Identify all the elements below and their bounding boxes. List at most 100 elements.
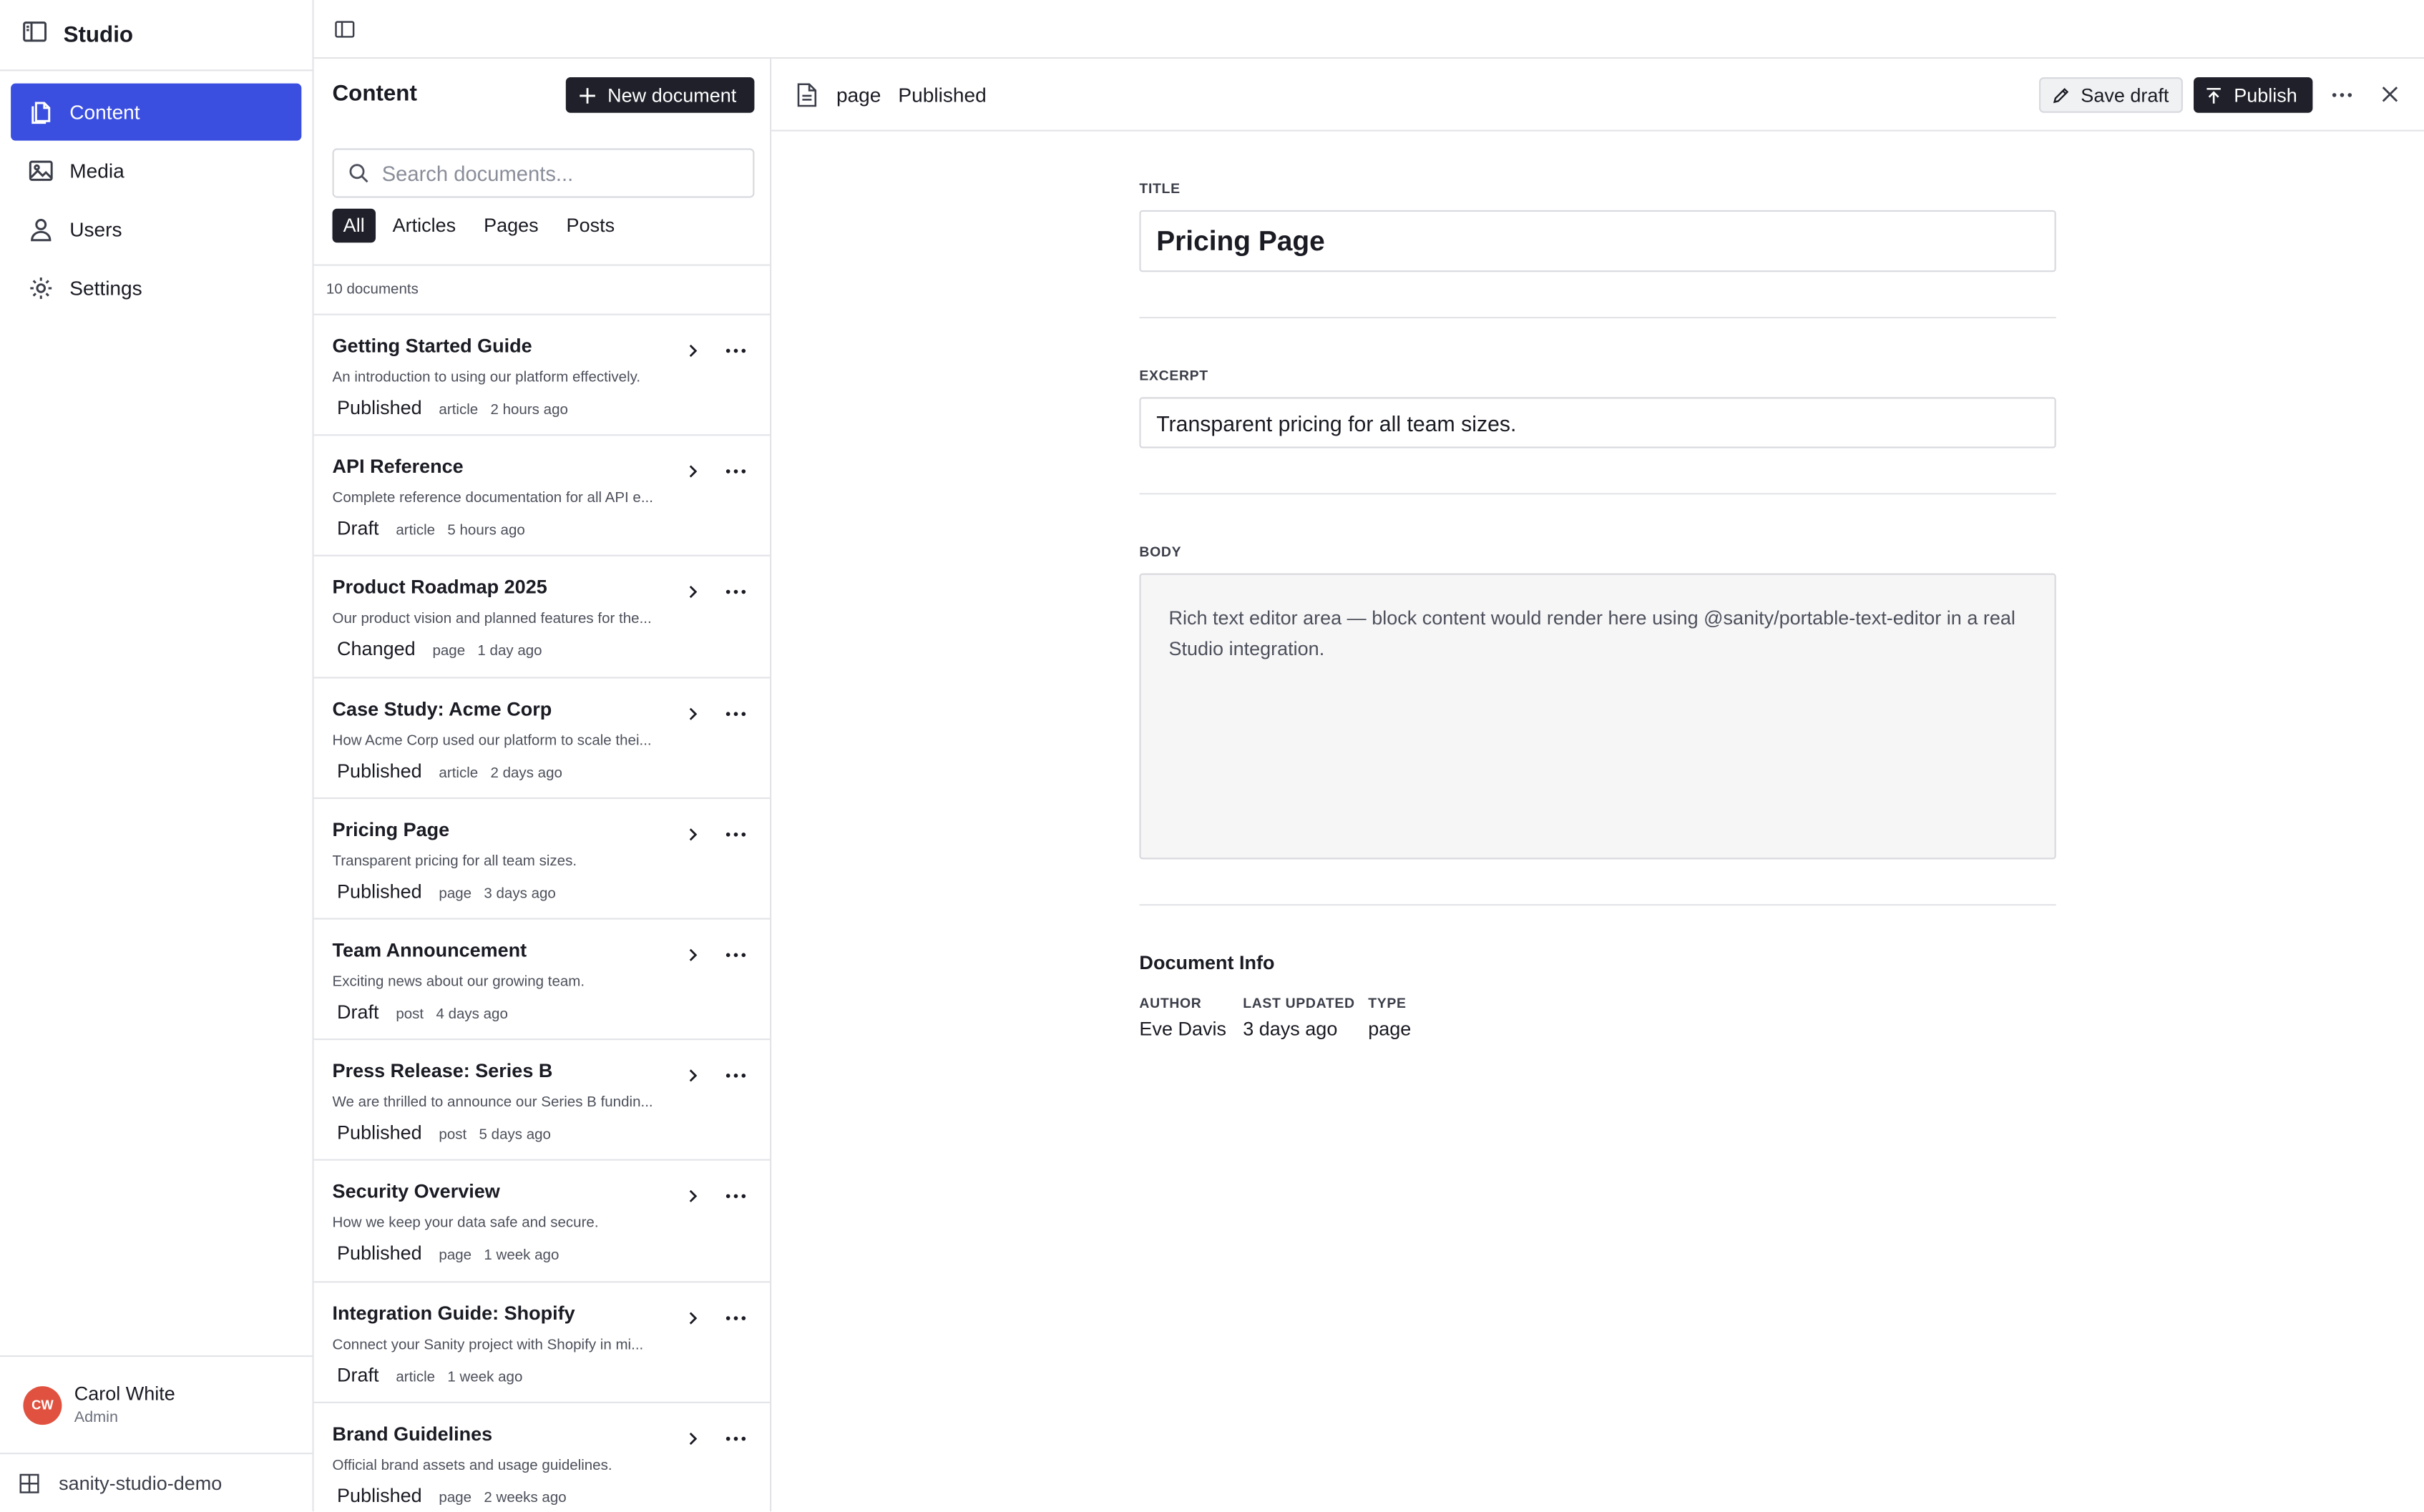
document-type-label: page <box>432 643 466 661</box>
document-title: Pricing Page <box>332 818 450 840</box>
new-document-button[interactable]: New document <box>565 77 755 113</box>
publish-label: Publish <box>2234 84 2297 107</box>
new-document-label: New document <box>607 84 737 107</box>
document-timestamp: 2 days ago <box>490 764 562 782</box>
chevron-right-icon[interactable] <box>685 585 700 601</box>
sidebar-toggle-icon[interactable] <box>21 18 48 52</box>
body-editor[interactable]: Rich text editor area — block content wo… <box>1139 573 2056 860</box>
app-title: Studio <box>63 22 134 47</box>
document-timestamp: 1 week ago <box>447 1368 523 1386</box>
chevron-right-icon[interactable] <box>685 705 700 721</box>
document-description: An introduction to using our platform ef… <box>332 369 641 387</box>
sidebar-item-settings[interactable]: Settings <box>11 260 301 317</box>
sidebar-item-label: Settings <box>69 276 142 300</box>
list-item[interactable]: Getting Started Guide An introduction to … <box>313 315 771 436</box>
sidebar-item-content[interactable]: Content <box>11 83 302 141</box>
sidebar-item-users[interactable]: Users <box>11 201 301 258</box>
document-timestamp: 2 hours ago <box>490 401 568 419</box>
more-options-icon[interactable] <box>2331 91 2352 99</box>
more-options-icon[interactable] <box>725 951 746 960</box>
list-item[interactable]: Brand Guidelines Official brand assets an… <box>314 1403 770 1511</box>
status-badge: Published <box>337 1242 422 1265</box>
project-switcher[interactable]: sanity-studio-demo <box>0 1453 314 1511</box>
sidebar-item-media[interactable]: Media <box>11 142 301 200</box>
list-item[interactable]: Press Release: Series B We are thrilled t… <box>313 1040 771 1162</box>
author-value: Eve Davis <box>1139 1018 1227 1041</box>
publish-button[interactable]: Publish <box>2194 77 2313 113</box>
document-status: Published <box>898 83 987 107</box>
list-item[interactable]: Integration Guide: Shopify Connect your S… <box>313 1282 771 1403</box>
more-options-icon[interactable] <box>725 1071 746 1081</box>
status-badge: Draft <box>337 1001 379 1023</box>
filter-posts[interactable]: Posts <box>555 209 625 243</box>
excerpt-field[interactable]: Transparent pricing for all team sizes. <box>1139 397 2056 448</box>
chevron-right-icon[interactable] <box>685 343 700 359</box>
document-type-label: article <box>396 1368 436 1386</box>
filter-all[interactable]: All <box>332 208 376 243</box>
status-badge: Published <box>337 1484 422 1507</box>
chevron-right-icon[interactable] <box>685 1310 700 1325</box>
document-meta: Published page 3 days ago <box>337 880 556 902</box>
document-description: Connect your Sanity project with Shopify… <box>332 1335 644 1353</box>
close-icon[interactable] <box>2380 85 2399 104</box>
brand-header: Studio <box>0 0 314 72</box>
status-badge: Published <box>337 760 422 782</box>
search-box <box>332 148 755 198</box>
filter-pages[interactable]: Pages <box>473 209 549 243</box>
list-item[interactable]: Pricing Page Transparent pricing for all … <box>313 799 771 920</box>
more-options-icon[interactable] <box>725 830 746 839</box>
title-field[interactable]: Pricing Page <box>1139 210 2056 273</box>
more-options-icon[interactable] <box>725 346 746 355</box>
sidebar: Studio Content Media Users Settings CW C… <box>0 0 314 1512</box>
document-title: Product Roadmap 2025 <box>332 576 547 599</box>
chevron-right-icon[interactable] <box>685 826 700 842</box>
document-title: Integration Guide: Shopify <box>332 1302 575 1324</box>
field-divider <box>1139 493 2056 495</box>
document-title: Press Release: Series B <box>332 1060 553 1082</box>
document-description: Exciting news about our growing team. <box>332 973 585 991</box>
status-badge: Changed <box>337 639 416 661</box>
field-divider <box>1139 316 2056 319</box>
pencil-icon <box>2053 87 2069 103</box>
info-author: AUTHOR Eve Davis <box>1139 995 1226 1040</box>
document-timestamp: 1 week ago <box>484 1247 559 1265</box>
plus-icon <box>580 87 595 103</box>
save-draft-button[interactable]: Save draft <box>2038 77 2183 113</box>
list-item[interactable]: Security Overview How we keep your data s… <box>313 1161 771 1282</box>
chevron-right-icon[interactable] <box>685 1068 700 1084</box>
document-list-pane: Content New document All Articles Pages … <box>313 59 772 1512</box>
chevron-right-icon[interactable] <box>685 1430 700 1446</box>
list-item[interactable]: API Reference Complete reference document… <box>313 436 771 557</box>
editor-header: page Published Save draft Publish <box>771 59 2424 132</box>
document-timestamp: 5 days ago <box>479 1126 551 1144</box>
document-description: Our product vision and planned features … <box>332 611 652 629</box>
status-badge: Published <box>337 1121 422 1144</box>
sidebar-nav: Content Media Users Settings <box>11 83 302 318</box>
list-item[interactable]: Product Roadmap 2025 Our product vision a… <box>313 557 771 678</box>
more-options-icon[interactable] <box>725 467 746 476</box>
document-count: 10 documents <box>313 264 771 315</box>
users-icon <box>31 219 52 242</box>
document-type-label: article <box>396 522 436 540</box>
user-profile[interactable]: CW Carol White Admin <box>0 1355 314 1453</box>
more-options-icon[interactable] <box>725 588 746 597</box>
body-label: BODY <box>1139 544 1182 560</box>
chevron-right-icon[interactable] <box>685 1189 700 1204</box>
chevron-right-icon[interactable] <box>685 464 700 480</box>
search-input[interactable] <box>381 161 738 185</box>
type-value: page <box>1368 1018 1412 1041</box>
document-info-title: Document Info <box>1139 951 1275 974</box>
chevron-right-icon[interactable] <box>685 947 700 963</box>
more-options-icon[interactable] <box>725 709 746 718</box>
updated-value: 3 days ago <box>1243 1018 1338 1041</box>
author-label: AUTHOR <box>1139 995 1202 1011</box>
more-options-icon[interactable] <box>725 1192 746 1202</box>
info-type: TYPE page <box>1368 995 1411 1040</box>
list-item[interactable]: Case Study: Acme Corp How Acme Corp used … <box>313 678 771 799</box>
document-timestamp: 4 days ago <box>436 1006 508 1023</box>
list-item[interactable]: Team Announcement Exciting news about our… <box>313 919 771 1041</box>
more-options-icon[interactable] <box>725 1433 746 1443</box>
panel-toggle-icon[interactable] <box>334 19 356 40</box>
more-options-icon[interactable] <box>725 1313 746 1322</box>
filter-articles[interactable]: Articles <box>381 209 466 243</box>
